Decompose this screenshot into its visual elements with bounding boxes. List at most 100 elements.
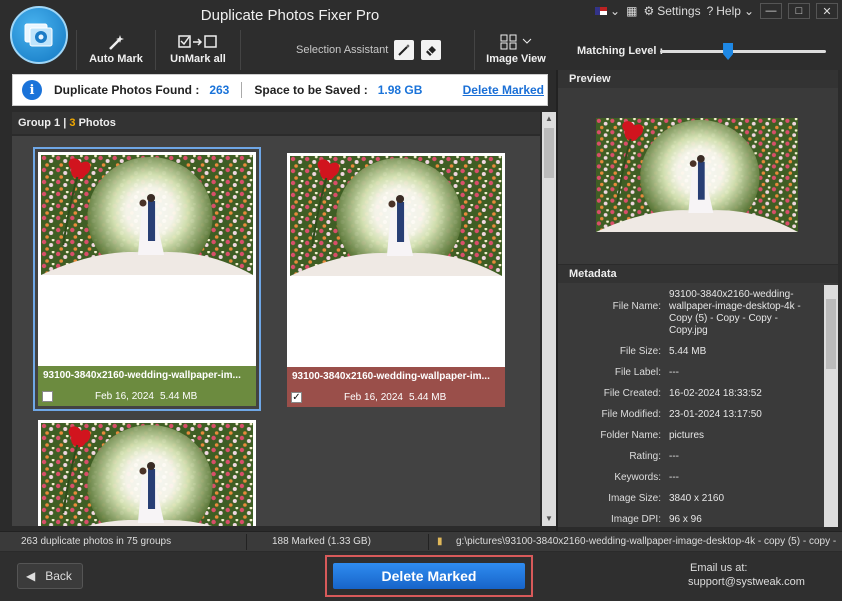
preview-panel: Preview [558,70,838,264]
help-menu[interactable]: ? Help ⌄ [707,4,754,18]
selection-assistant-eraser-button[interactable] [421,40,441,60]
back-button[interactable]: ◀ Back [17,563,83,589]
metadata-list: File Name: 93100-3840x2160-wedding-wallp… [558,287,820,527]
metadata-key: Rating: [629,451,661,462]
title-bar: Duplicate Photos Fixer Pro ⌄ ▦ ⚙ Setting… [0,0,842,30]
photo-card[interactable]: 93100-3840x2160-wedding-wallpaper-im... … [33,147,261,411]
unmark-all-label: UnMark all [170,53,226,65]
scrollbar-thumb[interactable] [544,128,554,178]
matching-level-control: Matching Level : [556,30,842,70]
file-path: g:\pictures\93100-3840x2160-wedding-wall… [456,536,837,547]
photo-size: 5.44 MB [160,391,198,402]
question-icon: ? [706,4,714,18]
metadata-panel: Metadata File Name: 93100-3840x2160-wedd… [558,265,838,527]
metadata-row: File Name: 93100-3840x2160-wedding-wallp… [558,289,820,337]
photo-thumbnail[interactable] [41,423,253,526]
group-photos-label: Photos [78,117,116,129]
photo-thumbnail[interactable] [290,156,502,276]
gallery-scrollbar[interactable]: ▲ ▼ [542,112,556,526]
summary-bar: i Duplicate Photos Found : 263 Space to … [12,74,548,106]
metadata-key: File Modified: [601,409,661,420]
metadata-row: File Label: --- [558,367,820,379]
language-selector[interactable]: ⌄ [595,4,620,18]
scroll-up-icon[interactable]: ▲ [542,112,556,126]
space-saved-value: 1.98 GB [377,83,423,97]
metadata-scrollbar[interactable] [824,285,838,527]
photo-filename: 93100-3840x2160-wedding-wallpaper-im... [43,370,241,381]
toolbar-divider [76,30,77,70]
photo-date: Feb 16, 2024 [95,391,154,402]
metadata-row: Rating: --- [558,451,820,463]
metadata-key: Keywords: [614,472,661,483]
duplicates-found-value: 263 [209,83,230,97]
back-arrow-icon: ◀ [26,569,36,583]
metadata-row: File Size: 5.44 MB [558,346,820,358]
metadata-value: --- [669,472,679,483]
selection-assistant-wand-button[interactable] [394,40,414,60]
delete-marked-link[interactable]: Delete Marked [463,83,544,97]
group-count: 3 [69,117,76,129]
metadata-value: 93100-3840x2160-wedding-wallpaper-image-… [669,289,801,336]
help-label: Help [716,4,741,18]
metadata-key: Image Size: [608,493,661,504]
qr-icon[interactable]: ▦ [626,4,637,18]
metadata-row: Image Size: 3840 x 2160 [558,493,820,505]
chevron-down-icon: ⌄ [610,4,621,18]
photo-size: 5.44 MB [409,392,447,403]
maximize-button[interactable]: □ [788,3,810,19]
email-label: Email us at: [690,562,748,574]
settings-menu[interactable]: ⚙ Settings [643,4,700,18]
magic-wand-icon [398,44,410,56]
support-email-link[interactable]: support@systweak.com [688,575,805,589]
image-view-button[interactable]: Image View [484,30,548,70]
wedding-photo-image [290,156,502,276]
group-label: Group 1 | [18,117,67,129]
photo-filename: 93100-3840x2160-wedding-wallpaper-im... [292,371,490,382]
metadata-value: pictures [669,430,705,441]
close-button[interactable]: ✕ [816,3,838,19]
toolbar-divider [240,30,241,70]
checkbox-arrow-icon [178,35,217,48]
metadata-key: File Name: [612,301,661,312]
wedding-photo-image [41,423,253,526]
auto-mark-button[interactable]: Auto Mark [84,30,148,70]
photo-checkbox[interactable] [42,391,53,402]
matching-level-label: Matching Level : [577,45,664,57]
photos-gear-icon [24,23,53,47]
matching-level-slider-thumb[interactable] [723,43,734,60]
auto-mark-label: Auto Mark [89,53,143,65]
metadata-key: Image DPI: [610,514,661,525]
metadata-row: Image DPI: 96 x 96 [558,514,820,526]
metadata-row: Keywords: --- [558,472,820,484]
preview-title: Preview [558,70,838,88]
photo-checkbox-checked[interactable]: ✓ [291,392,302,403]
info-icon: i [22,80,42,100]
photo-gallery: 93100-3840x2160-wedding-wallpaper-im... … [12,136,540,526]
image-view-label: Image View [486,53,546,65]
delete-marked-button[interactable]: Delete Marked [333,563,525,589]
toolbar-divider [155,30,156,70]
matching-level-slider-track[interactable] [660,50,826,53]
gear-icon: ⚙ [643,4,655,18]
scrollbar-thumb[interactable] [826,299,836,369]
eraser-icon [426,46,436,56]
photo-card[interactable] [38,420,256,526]
us-flag-icon [595,7,608,15]
marked-summary: 188 Marked (1.33 GB) [272,536,371,547]
minimize-button[interactable]: — [760,3,782,19]
metadata-value: --- [669,367,679,378]
photo-caption: 93100-3840x2160-wedding-wallpaper-im... … [38,366,256,406]
photo-card[interactable]: 93100-3840x2160-wedding-wallpaper-im... … [287,153,505,407]
photo-thumbnail[interactable] [41,155,253,275]
back-label: Back [45,569,72,583]
support-contact: Email us at: support@systweak.com [688,561,805,589]
unmark-all-button[interactable]: UnMark all [162,30,234,70]
magic-wand-icon [109,35,124,50]
metadata-value: 16-02-2024 18:33:52 [669,388,762,399]
divider [246,534,247,550]
space-saved-label: Space to be Saved : [254,83,368,97]
duplicates-found-label: Duplicate Photos Found : [54,83,200,97]
scroll-down-icon[interactable]: ▼ [542,512,556,526]
metadata-key: File Size: [619,346,661,357]
metadata-row: File Created: 16-02-2024 18:33:52 [558,388,820,400]
